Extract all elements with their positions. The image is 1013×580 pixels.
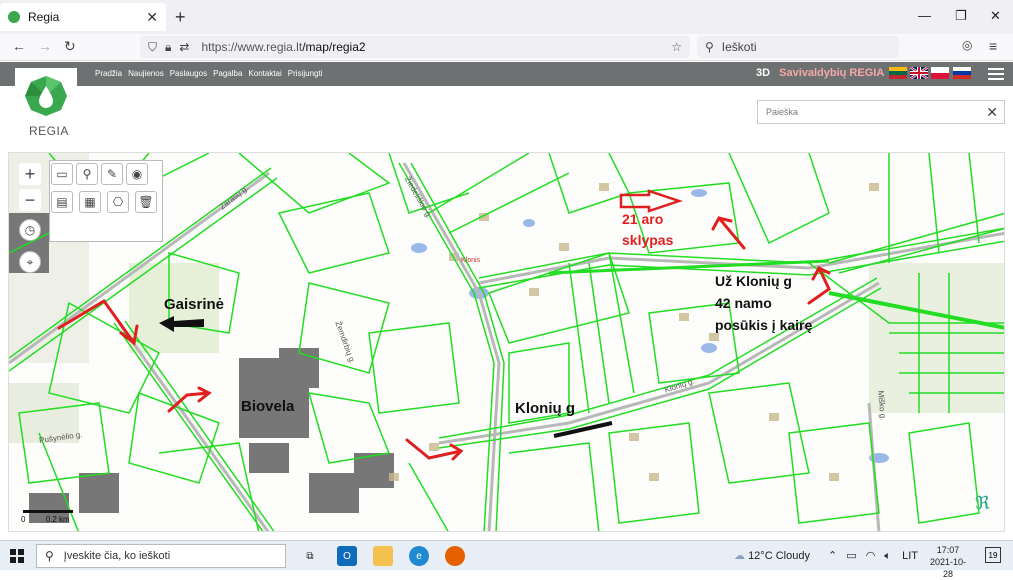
clock-time: 17:07	[936, 545, 960, 555]
clock-date: 2021-10-28	[929, 557, 967, 579]
browser-search-box[interactable]: ⚲ Ieškoti	[697, 36, 899, 58]
annotation-uz-line1: Už Klonių g	[715, 273, 792, 289]
area-icon[interactable]: ▦	[79, 191, 101, 213]
url-text: https://www.regia.lt/map/regia2	[201, 40, 366, 54]
app-menu-icon[interactable]: ≡	[989, 38, 997, 54]
zoom-out-button[interactable]: −	[19, 189, 41, 211]
notifications-button[interactable]: 19	[985, 547, 1001, 563]
shield-icon: ⛉	[148, 39, 158, 54]
clock-icon[interactable]: ◷	[19, 219, 41, 241]
permissions-icon: ⇄	[179, 40, 190, 54]
site-brand: 3D Savivaldybių REGIA	[756, 67, 884, 79]
logo-text: REGIA	[29, 124, 69, 138]
annotation-uz-line3: posūkis į kairę	[715, 317, 813, 333]
weather-text: 12°C Cloudy	[748, 550, 810, 562]
wifi-icon: ◠	[865, 550, 876, 562]
forward-arrow-icon[interactable]: →	[38, 38, 52, 54]
file-explorer-icon[interactable]	[373, 546, 393, 566]
scale-right-label: 0.2 km	[45, 515, 70, 524]
trash-icon[interactable]: 🗑︎	[135, 191, 157, 213]
volume-icon: 🔈︎	[884, 550, 892, 562]
site-search-placeholder: Paieška	[766, 107, 799, 117]
system-tray[interactable]: ⌃ ▭ ◠ 🔈︎ LIT	[828, 549, 918, 563]
edge-icon[interactable]: e	[409, 546, 429, 566]
browser-search-placeholder: Ieškoti	[721, 40, 757, 54]
annotation-kloniu: Klonių g	[515, 400, 575, 417]
zoom-in-button[interactable]: +	[19, 163, 41, 185]
scale-bar: 0 0.2 km	[21, 510, 73, 524]
firefox-icon[interactable]	[445, 546, 465, 566]
tab-title: Regia	[28, 10, 60, 24]
lithuanian-flag-icon[interactable]	[889, 67, 907, 79]
site-menu-hamburger-icon[interactable]	[988, 68, 1004, 80]
menu-item-pradzia[interactable]: Pradžia	[95, 69, 122, 78]
site-topbar: Pradžia Naujienos Paslaugos Pagalba Kont…	[0, 62, 1013, 86]
annotation-aro-line2: sklypas	[622, 232, 674, 248]
regia-logo-icon	[25, 76, 67, 116]
menu-item-pagalba[interactable]: Pagalba	[213, 69, 242, 78]
window-close-button[interactable]: ✕	[990, 8, 1001, 24]
annotation-aro-line1: 21 aro	[622, 211, 664, 227]
language-indicator[interactable]: LIT	[902, 550, 918, 562]
browser-tab-strip: Regia ✕ + — ❐ ✕	[0, 0, 1013, 34]
search-icon: ⚲	[705, 40, 714, 54]
clock[interactable]: 17:07 2021-10-28	[928, 544, 968, 580]
windows-taskbar: ⚲ Įveskite čia, ko ieškoti ⧉ O e ☁ 12°C …	[0, 540, 1013, 579]
route-icon[interactable]: ⎔	[107, 191, 129, 213]
english-flag-icon[interactable]	[910, 67, 928, 79]
battery-icon: ▭	[846, 550, 857, 562]
window-restore-button[interactable]: ❐	[955, 8, 967, 24]
ruler-icon[interactable]: ▤	[51, 191, 73, 213]
site-title: Savivaldybių REGIA	[779, 67, 885, 79]
menu-item-prisijungti[interactable]: Prisijungti	[288, 69, 323, 78]
chevron-up-icon[interactable]: ⌃	[828, 550, 837, 562]
target-icon[interactable]: ◉	[126, 163, 148, 185]
3d-button[interactable]: 3D	[756, 67, 770, 79]
search-icon: ⚲	[45, 549, 54, 563]
russian-flag-icon[interactable]	[953, 67, 971, 79]
polish-flag-icon[interactable]	[931, 67, 949, 79]
url-bar[interactable]: ⛉ 🔒︎ ⇄ https://www.regia.lt/map/regia2 ☆	[140, 36, 690, 58]
edit-icon[interactable]: ✎	[101, 163, 123, 185]
cloud-icon: ☁	[734, 550, 745, 562]
menu-item-paslaugos[interactable]: Paslaugos	[170, 69, 207, 78]
window-minimize-button[interactable]: —	[918, 8, 931, 23]
menu-item-naujienos[interactable]: Naujienos	[128, 69, 164, 78]
regia-favicon-icon	[8, 11, 20, 23]
browser-navbar: ← → ↻ ⛉ 🔒︎ ⇄ https://www.regia.lt/map/re…	[0, 34, 1013, 61]
reload-icon[interactable]: ↻	[64, 38, 76, 55]
locate-icon[interactable]: ⌖	[19, 251, 41, 273]
lock-icon: 🔒︎	[165, 39, 172, 54]
bookmark-star-icon[interactable]: ☆	[671, 40, 682, 54]
back-arrow-icon[interactable]: ←	[12, 38, 26, 54]
tab-close-icon[interactable]: ✕	[146, 9, 158, 26]
site-search-input[interactable]: Paieška ✕	[757, 100, 1005, 124]
new-tab-button[interactable]: +	[175, 7, 186, 28]
street-label-klonis: Klonis	[461, 257, 481, 264]
browser-tab[interactable]: Regia ✕	[0, 3, 166, 31]
weather-widget[interactable]: ☁ 12°C Cloudy	[734, 549, 810, 562]
map-canvas[interactable]: Gaisrinė Biovela Klonių g 21 aro sklypas…	[8, 152, 1005, 532]
task-view-icon[interactable]: ⧉	[300, 546, 320, 566]
regia-watermark-icon: ℜ	[975, 493, 990, 513]
annotation-gaisrine: Gaisrinė	[164, 296, 225, 313]
site-menu: Pradžia Naujienos Paslaugos Pagalba Kont…	[95, 69, 322, 78]
search-clear-icon[interactable]: ✕	[986, 104, 998, 121]
annotation-biovela: Biovela	[241, 398, 295, 415]
scale-left-label: 0	[21, 515, 26, 524]
windows-start-icon[interactable]	[10, 549, 24, 563]
pocket-icon[interactable]: ◎	[962, 38, 972, 52]
outlook-icon[interactable]: O	[337, 546, 357, 566]
taskbar-search-placeholder: Įveskite čia, ko ieškoti	[63, 550, 171, 562]
annotation-uz-line2: 42 namo	[715, 295, 772, 311]
pin-icon[interactable]: ⚲	[76, 163, 98, 185]
measure-icon[interactable]: ▭	[51, 163, 73, 185]
taskbar-search-input[interactable]: ⚲ Įveskite čia, ko ieškoti	[36, 544, 286, 568]
menu-item-kontaktai[interactable]: Kontaktai	[248, 69, 281, 78]
